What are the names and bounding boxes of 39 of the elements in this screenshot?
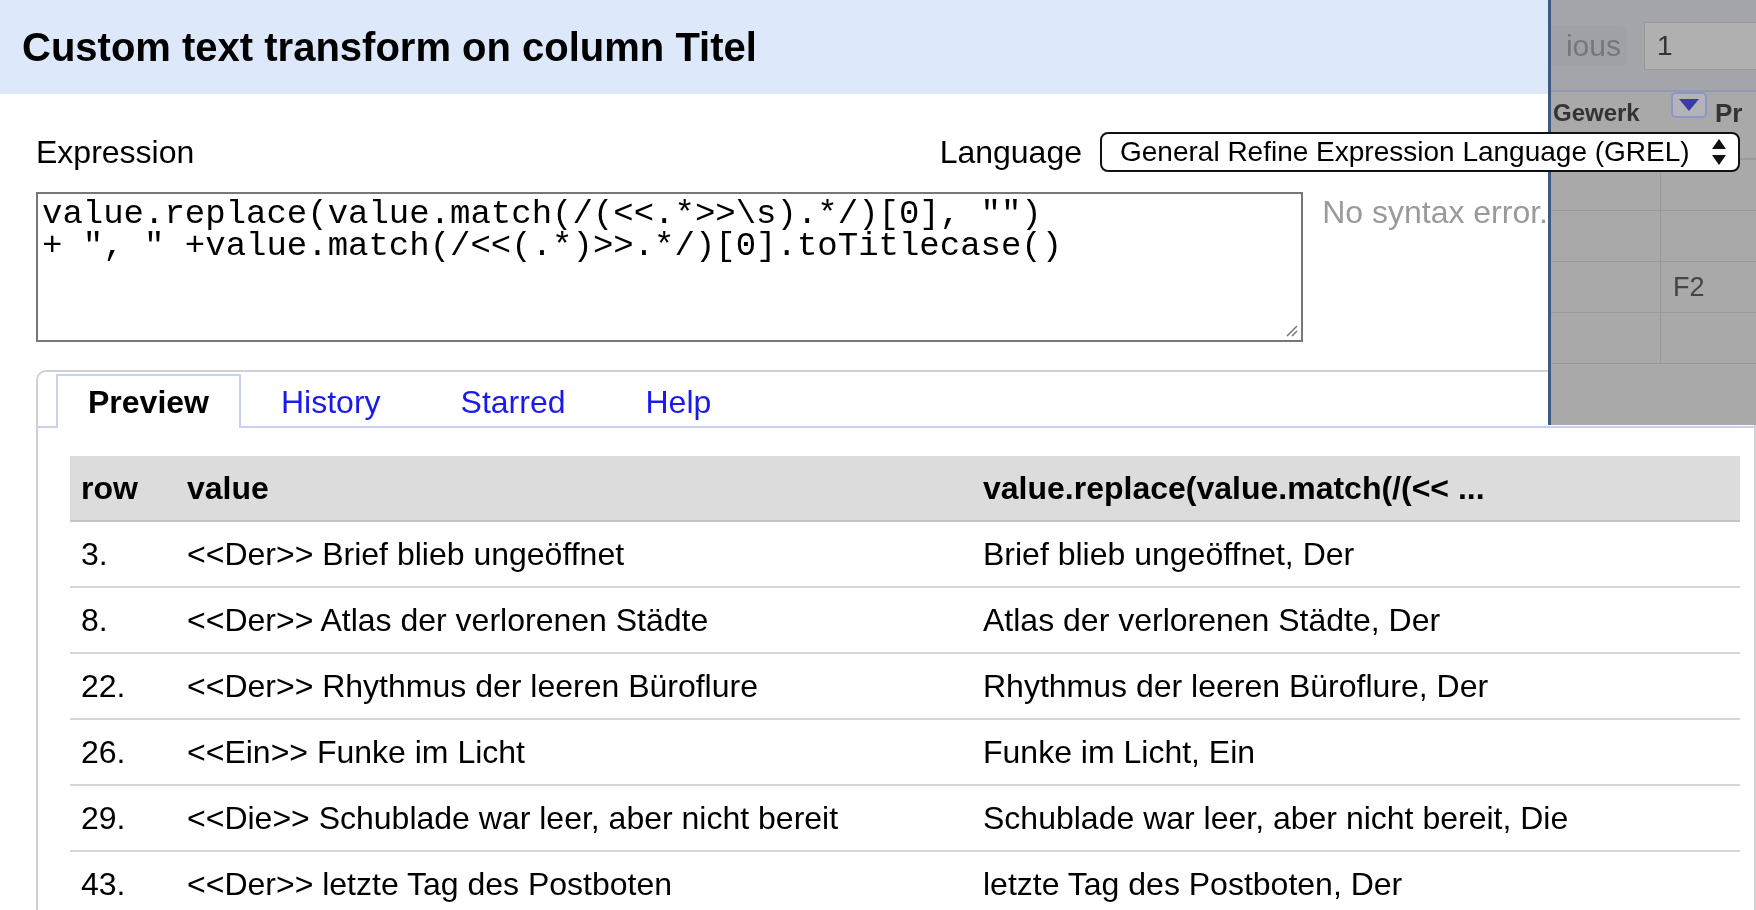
dialog-title: Custom text transform on column Titel: [22, 24, 757, 70]
column-menu-button[interactable]: [1671, 92, 1707, 118]
table-cell-text: F2: [1672, 271, 1705, 304]
caret-icon: [1679, 99, 1699, 111]
table-cell: Brief blieb ungeöffnet, Der: [972, 521, 1740, 587]
table-cell: 43.: [70, 851, 176, 910]
table-cell: letzte Tag des Postboten, Der: [972, 851, 1740, 910]
column-header: value: [176, 456, 972, 521]
column-header: Gewerk: [1553, 99, 1641, 127]
column-header: Pr: [1715, 97, 1743, 129]
table-cell: <<Der>> Atlas der verlorenen Städte: [176, 587, 972, 653]
up-down-arrows-icon: [1712, 139, 1726, 165]
tab[interactable]: Starred: [420, 374, 606, 426]
tab[interactable]: History: [240, 374, 421, 426]
table-cell: <<Die>> Schublade war leer, aber nicht bereit: [176, 785, 972, 851]
column-header: value.replace(value.match(/(<< ...: [972, 456, 1740, 521]
table-cell: Atlas der verlorenen Städte, Der: [972, 587, 1740, 653]
tab[interactable]: Preview: [56, 374, 241, 428]
table-cell: 22.: [70, 653, 176, 719]
table-cell: 29.: [70, 785, 176, 851]
table-cell: Funke im Licht, Ein: [972, 719, 1740, 785]
table-cell: <<Der>> letzte Tag des Postboten: [176, 851, 972, 910]
table-cell: <<Ein>> Funke im Licht: [176, 719, 972, 785]
table-cell: <<Der>> Brief blieb ungeöffnet: [176, 521, 972, 587]
language-label: Language: [939, 133, 1082, 171]
table-cell: <<Der>> Rhythmus der leeren Büroflure: [176, 653, 972, 719]
expression-field[interactable]: value.replace(value.match(/(<<.*>>\s).*/)[0], "") + ", " +value.match(/<<(.*)>>.*/)[0].toTitlecase(): [36, 192, 1304, 342]
table-cell: 26.: [70, 719, 176, 785]
table-cell: Schublade war leer, aber nicht bereit, Die: [972, 785, 1740, 851]
table-cell: 3.: [70, 521, 176, 587]
tab[interactable]: Help: [605, 374, 752, 426]
page-field[interactable]: 1: [1644, 22, 1756, 70]
resize-grip-icon: [1284, 323, 1299, 337]
syntax-status: No syntax error.: [1322, 194, 1548, 232]
column-header: row: [70, 456, 176, 521]
table-cell: Rhythmus der leeren Büroflure, Der: [972, 653, 1740, 719]
language-select[interactable]: General Refine Expression Language (GREL): [1100, 132, 1740, 172]
table-cell: 8.: [70, 587, 176, 653]
expression-label: Expression: [36, 133, 195, 171]
